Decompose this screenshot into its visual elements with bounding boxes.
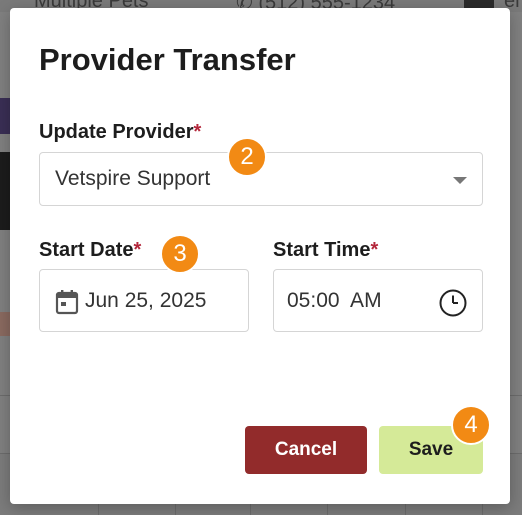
step-badge: 3 <box>160 234 200 274</box>
required-mark: * <box>193 121 202 143</box>
start-time-value: 05:00 AM <box>287 289 382 312</box>
update-provider-label: Update Provider* <box>39 121 202 143</box>
calendar-icon <box>55 290 79 315</box>
start-time-field[interactable]: 05:00 AM <box>273 269 483 332</box>
cancel-button[interactable]: Cancel <box>245 426 367 474</box>
clock-icon[interactable] <box>438 288 468 318</box>
step-badge: 2 <box>227 137 267 177</box>
start-date-value: Jun 25, 2025 <box>85 289 207 312</box>
start-time-label: Start Time* <box>273 239 379 261</box>
dialog-title: Provider Transfer <box>39 42 296 77</box>
provider-transfer-dialog: Provider Transfer Update Provider* Vetsp… <box>10 8 510 504</box>
background-left-block <box>0 98 10 134</box>
background-left-block <box>0 312 10 336</box>
chevron-down-icon <box>453 177 467 184</box>
start-date-label: Start Date* <box>39 239 142 261</box>
background-left-block <box>0 152 10 230</box>
step-badge: 4 <box>451 405 491 445</box>
start-date-field[interactable]: Jun 25, 2025 <box>39 269 249 332</box>
required-mark: * <box>370 239 379 261</box>
provider-select-value: Vetspire Support <box>55 167 211 190</box>
required-mark: * <box>133 239 142 261</box>
